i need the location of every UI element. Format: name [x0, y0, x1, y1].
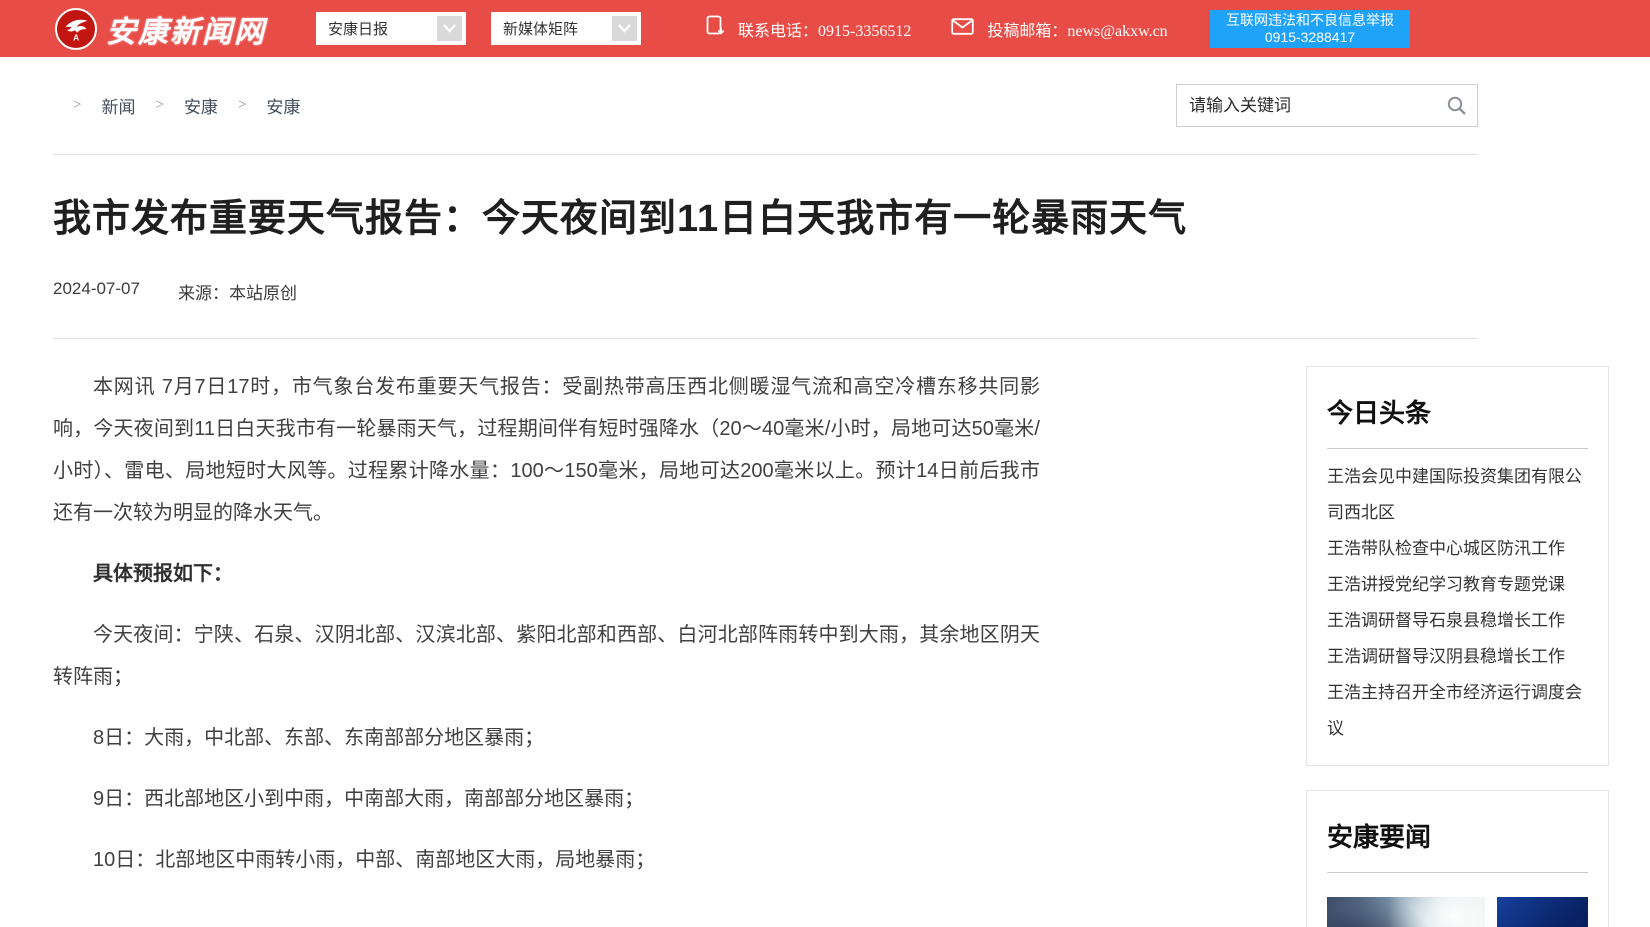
chevron-right-icon: > [238, 97, 246, 114]
site-name: 安康新闻网 [106, 7, 266, 51]
today-headlines-title: 今日头条 [1327, 379, 1588, 449]
article-body: 本网讯 7月7日17时，市气象台发布重要天气报告：受副热带高压西北侧暖湿气流和高… [53, 366, 1040, 927]
ankang-news-title: 安康要闻 [1327, 803, 1588, 873]
breadcrumb: > 新闻 > 安康 > 安康 [73, 93, 300, 118]
article-paragraph: 本网讯 7月7日17时，市气象台发布重要天气报告：受副热带高压西北侧暖湿气流和高… [53, 366, 1040, 534]
article-paragraph-forecast-heading: 具体预报如下： [53, 553, 1040, 595]
daily-paper-dropdown-value: 安康日报 [328, 18, 388, 39]
headline-item[interactable]: 王浩主持召开全市经济运行调度会议 [1327, 675, 1588, 747]
mail-icon [951, 18, 974, 40]
submit-email-block: 投稿邮箱：news@akxw.cn [951, 17, 1167, 41]
breadcrumb-row: > 新闻 > 安康 > 安康 [53, 57, 1478, 155]
breadcrumb-ankang-2[interactable]: 安康 [266, 93, 300, 118]
rain-photo-thumbnail[interactable] [1327, 897, 1485, 927]
report-button-line1: 互联网违法和不良信息举报 [1210, 12, 1410, 29]
breadcrumb-ankang[interactable]: 安康 [184, 93, 218, 118]
search-input[interactable] [1189, 96, 1446, 116]
svg-text:A: A [73, 32, 79, 42]
today-headlines-box: 今日头条 王浩会见中建国际投资集团有限公司西北区 王浩带队检查中心城区防汛工作 … [1306, 366, 1609, 766]
new-media-dropdown-value: 新媒体矩阵 [503, 18, 578, 39]
ankang-news-box: 安康要闻 要闻 [1306, 790, 1609, 927]
phone-icon [706, 15, 725, 42]
headline-item[interactable]: 王浩调研督导汉阴县稳增长工作 [1327, 639, 1588, 675]
divider [53, 338, 1478, 339]
news-graphic-thumbnail[interactable]: 要闻 [1497, 897, 1588, 927]
article-paragraph: 今天夜间：宁陕、石泉、汉阴北部、汉滨北部、紫阳北部和西部、白河北部阵雨转中到大雨… [53, 614, 1040, 698]
contact-phone-text: 联系电话：0915-3356512 [738, 17, 911, 41]
site-logo[interactable]: A 安康新闻网 [55, 7, 266, 51]
today-headlines-list: 王浩会见中建国际投资集团有限公司西北区 王浩带队检查中心城区防汛工作 王浩讲授党… [1327, 459, 1588, 747]
illegal-info-report-button[interactable]: 互联网违法和不良信息举报 0915-3288417 [1210, 10, 1410, 48]
chevron-down-icon [437, 16, 462, 41]
report-button-line2: 0915-3288417 [1210, 29, 1410, 46]
daily-paper-dropdown[interactable]: 安康日报 [316, 12, 466, 45]
chevron-right-icon: > [155, 97, 163, 114]
site-header: A 安康新闻网 安康日报 新媒体矩阵 联系电话：0915-3356512 [0, 0, 1650, 57]
ankang-news-thumbs: 要闻 [1327, 897, 1588, 927]
search-box [1176, 84, 1478, 127]
headline-item[interactable]: 王浩会见中建国际投资集团有限公司西北区 [1327, 459, 1588, 531]
article-title: 我市发布重要天气报告：今天夜间到11日白天我市有一轮暴雨天气 [53, 197, 1478, 243]
contact-phone-block: 联系电话：0915-3356512 [706, 15, 911, 42]
logo-bird-icon: A [55, 8, 97, 50]
main-area: 本网讯 7月7日17时，市气象台发布重要天气报告：受副热带高压西北侧暖湿气流和高… [53, 366, 1478, 927]
submit-email-text: 投稿邮箱：news@akxw.cn [987, 17, 1167, 41]
headline-item[interactable]: 王浩讲授党纪学习教育专题党课 [1327, 567, 1588, 603]
article-paragraph: 9日：西北部地区小到中雨，中南部大雨，南部部分地区暴雨； [53, 778, 1040, 820]
article-meta: 2024-07-07 来源：本站原创 [53, 279, 1478, 304]
headline-item[interactable]: 王浩调研督导石泉县稳增长工作 [1327, 603, 1588, 639]
chevron-right-icon: > [73, 97, 81, 114]
article-paragraph: 10日：北部地区中雨转小雨，中部、南部地区大雨，局地暴雨； [53, 839, 1040, 881]
page-content: > 新闻 > 安康 > 安康 我市发布重要天气报告：今天夜间到11日白天我市有一… [53, 57, 1478, 927]
breadcrumb-news[interactable]: 新闻 [101, 93, 135, 118]
article-date: 2024-07-07 [53, 279, 140, 304]
sidebar: 今日头条 王浩会见中建国际投资集团有限公司西北区 王浩带队检查中心城区防汛工作 … [1306, 366, 1609, 927]
new-media-dropdown[interactable]: 新媒体矩阵 [491, 12, 641, 45]
chevron-down-icon [612, 16, 637, 41]
search-icon[interactable] [1446, 95, 1467, 116]
article-paragraph: 8日：大雨，中北部、东部、东南部部分地区暴雨； [53, 717, 1040, 759]
headline-item[interactable]: 王浩带队检查中心城区防汛工作 [1327, 531, 1588, 567]
article-source: 来源：本站原创 [178, 279, 297, 304]
